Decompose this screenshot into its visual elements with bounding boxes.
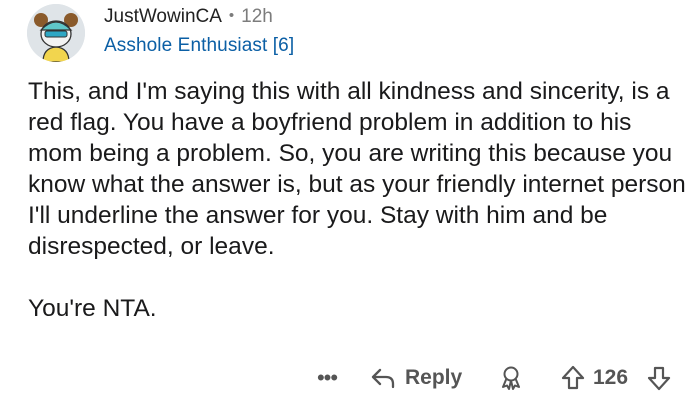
reply-button[interactable]: Reply — [370, 360, 462, 396]
upvote-arrow-icon — [561, 365, 585, 390]
avatar-snoo-icon — [27, 4, 85, 62]
award-icon — [502, 366, 520, 390]
meta-separator: • — [228, 7, 235, 24]
downvote-arrow-icon — [647, 366, 671, 391]
comment-actions: ••• Reply 126 — [0, 360, 700, 396]
comment-body: This, and I'm saying this with all kindn… — [28, 76, 688, 324]
comment-paragraph: You're NTA. — [28, 295, 157, 322]
username-link[interactable]: JustWowinCA — [104, 6, 222, 28]
comment-paragraph: This, and I'm saying this with all kindn… — [28, 78, 686, 260]
downvote-button[interactable] — [646, 360, 672, 396]
comment-header: JustWowinCA • 12h Asshole Enthusiast [6] — [104, 6, 294, 57]
vote-score: 126 — [593, 366, 629, 389]
user-flair: Asshole Enthusiast [6] — [104, 35, 295, 56]
upvote-button[interactable] — [560, 360, 586, 396]
avatar[interactable] — [27, 4, 85, 62]
award-button[interactable] — [497, 360, 525, 396]
more-options-button[interactable]: ••• — [313, 360, 341, 396]
comment-age: 12h — [241, 6, 273, 27]
reply-arrow-icon — [371, 368, 395, 389]
reply-label: Reply — [405, 366, 463, 389]
more-options-icon: ••• — [316, 365, 338, 390]
comment: JustWowinCA • 12h Asshole Enthusiast [6]… — [0, 0, 700, 402]
